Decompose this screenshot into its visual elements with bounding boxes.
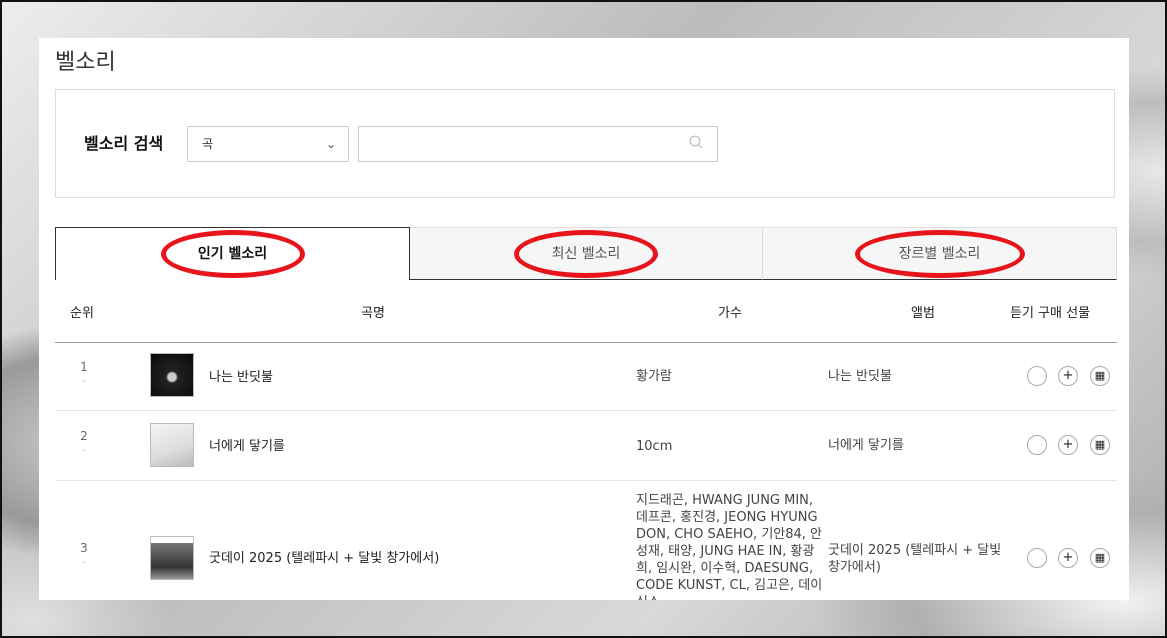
buy-button[interactable]: + bbox=[1058, 435, 1078, 455]
gift-icon[interactable]: ▦ bbox=[1090, 435, 1110, 455]
table-row: 2- 너에게 닿기를 10cm 너에게 닿기를 + ▦ bbox=[55, 411, 1117, 481]
header-rank: 순위 bbox=[70, 306, 94, 321]
header-actions: 듣기 구매 선물 bbox=[1010, 306, 1091, 321]
rank-number: 3- bbox=[80, 541, 88, 568]
tab-bar: 인기 벨소리 최신 벨소리 장르별 벨소리 bbox=[55, 227, 1117, 281]
album-thumbnail[interactable] bbox=[150, 536, 194, 580]
tab-genre-label: 장르별 벨소리 bbox=[898, 246, 981, 262]
tab-popular[interactable]: 인기 벨소리 bbox=[55, 227, 410, 280]
tab-popular-label: 인기 벨소리 bbox=[197, 246, 268, 262]
tab-latest-label: 최신 벨소리 bbox=[551, 246, 621, 262]
search-input[interactable] bbox=[367, 127, 671, 161]
album-name[interactable]: 나는 반딧불 bbox=[828, 368, 1008, 385]
tab-latest[interactable]: 최신 벨소리 bbox=[410, 227, 763, 280]
page-title: 벨소리 bbox=[55, 50, 116, 75]
row-actions: + ▦ bbox=[1027, 366, 1117, 388]
chevron-down-icon: ⌄ bbox=[325, 137, 336, 151]
artist-name[interactable]: 지드래곤, HWANG JUNG MIN, 데프콘, 홍진경, JEONG HY… bbox=[636, 492, 826, 600]
rank-number: 2- bbox=[80, 429, 88, 456]
album-thumbnail[interactable] bbox=[150, 423, 194, 467]
search-label: 벨소리 검색 bbox=[84, 134, 164, 153]
search-type-select[interactable]: 곡 ⌄ bbox=[187, 126, 349, 162]
album-name[interactable]: 너에게 닿기를 bbox=[828, 437, 1008, 454]
rank-number: 1- bbox=[80, 360, 88, 387]
buy-button[interactable]: + bbox=[1058, 366, 1078, 386]
table-header: 순위 곡명 가수 앨범 듣기 구매 선물 bbox=[55, 282, 1117, 343]
row-actions: + ▦ bbox=[1027, 548, 1117, 570]
artist-name[interactable]: 황가람 bbox=[636, 368, 826, 385]
search-field[interactable] bbox=[358, 126, 718, 162]
song-title[interactable]: 너에게 닿기를 bbox=[209, 435, 285, 454]
song-title[interactable]: 굿데이 2025 (텔레파시 + 달빛 창가에서) bbox=[209, 547, 439, 566]
gift-icon[interactable]: ▦ bbox=[1090, 366, 1110, 386]
song-title[interactable]: 나는 반딧불 bbox=[209, 366, 273, 385]
search-type-value: 곡 bbox=[202, 137, 214, 151]
search-icon[interactable] bbox=[689, 135, 703, 149]
album-thumbnail[interactable] bbox=[150, 353, 194, 397]
ringtone-panel: 벨소리 벨소리 검색 곡 ⌄ 인기 벨소리 최신 벨소리 장르별 벨소리 순위 … bbox=[39, 38, 1129, 600]
header-artist: 가수 bbox=[718, 306, 742, 321]
gift-icon[interactable]: ▦ bbox=[1090, 548, 1110, 568]
search-section: 벨소리 검색 곡 ⌄ bbox=[55, 89, 1115, 198]
artist-name[interactable]: 10cm bbox=[636, 438, 826, 455]
buy-button[interactable]: + bbox=[1058, 548, 1078, 568]
table-row: 1- 나는 반딧불 황가람 나는 반딧불 + ▦ bbox=[55, 342, 1117, 411]
tab-genre[interactable]: 장르별 벨소리 bbox=[763, 227, 1117, 280]
header-album: 앨범 bbox=[911, 306, 935, 321]
header-song: 곡명 bbox=[361, 306, 385, 321]
album-name[interactable]: 굿데이 2025 (텔레파시 + 달빛 창가에서) bbox=[828, 542, 1008, 576]
table-row: 3- 굿데이 2025 (텔레파시 + 달빛 창가에서) 지드래곤, HWANG… bbox=[55, 481, 1117, 600]
row-actions: + ▦ bbox=[1027, 435, 1117, 457]
listen-button[interactable] bbox=[1027, 435, 1047, 455]
listen-button[interactable] bbox=[1027, 366, 1047, 386]
listen-button[interactable] bbox=[1027, 548, 1047, 568]
